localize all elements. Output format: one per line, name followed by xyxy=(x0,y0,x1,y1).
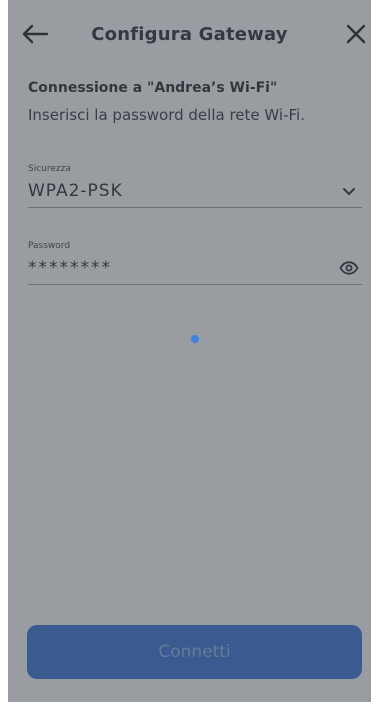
page-title: Configura Gateway xyxy=(91,23,288,45)
password-label: Password xyxy=(28,241,71,251)
eye-icon[interactable] xyxy=(336,255,362,281)
security-value: WPA2-PSK xyxy=(28,180,123,201)
loading-spinner xyxy=(191,335,199,343)
app-header: Configura Gateway xyxy=(8,0,371,68)
close-button[interactable] xyxy=(341,19,371,49)
arrow-left-icon xyxy=(22,24,49,44)
chevron-down-icon[interactable] xyxy=(336,178,362,204)
security-label: Sicurezza xyxy=(28,164,71,174)
connect-button[interactable]: Connetti xyxy=(27,625,362,679)
password-value: ******** xyxy=(28,257,112,278)
back-button[interactable] xyxy=(20,19,50,49)
connection-info: Connessione a "Andrea’s Wi-Fi" Inserisci… xyxy=(28,80,362,124)
security-select[interactable]: WPA2-PSK xyxy=(28,174,362,208)
connection-title: Connessione a "Andrea’s Wi-Fi" xyxy=(28,80,278,96)
password-input[interactable]: ******** xyxy=(28,251,362,285)
security-field[interactable]: Sicurezza WPA2-PSK xyxy=(28,164,362,208)
password-field[interactable]: Password ******** xyxy=(28,241,362,285)
close-icon xyxy=(346,24,366,44)
connection-subtitle: Inserisci la password della rete Wi-Fi. xyxy=(28,106,305,124)
app-screen: Configura Gateway Connessione a "Andrea’… xyxy=(8,0,371,702)
